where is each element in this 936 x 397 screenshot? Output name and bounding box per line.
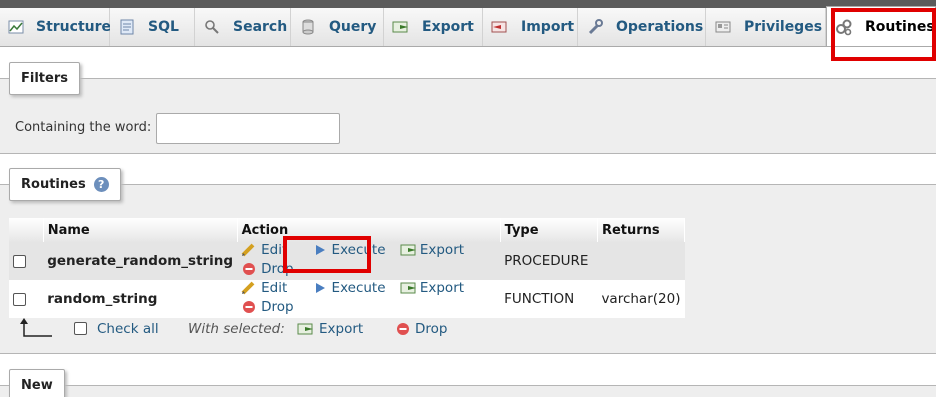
column-header-name[interactable]: Name <box>43 218 238 242</box>
import-icon <box>491 19 509 35</box>
pencil-icon <box>241 281 257 295</box>
row-actions: Edit Execute Export Drop <box>237 280 501 318</box>
tab-structure[interactable]: Structure <box>0 8 111 46</box>
bulk-drop-button[interactable]: Drop <box>396 321 447 337</box>
export-icon <box>400 243 416 257</box>
top-header-strip <box>0 0 936 8</box>
containing-word-input[interactable] <box>156 113 340 144</box>
tab-export[interactable]: Export <box>384 8 483 46</box>
drop-icon <box>241 300 257 314</box>
new-panel <box>0 385 936 397</box>
column-header-type[interactable]: Type <box>500 218 598 242</box>
pencil-icon <box>241 243 257 257</box>
routine-type: PROCEDURE <box>500 242 598 280</box>
execute-link[interactable]: Execute <box>312 242 386 258</box>
row-actions: Edit Execute Export Drop <box>237 242 501 280</box>
tab-search[interactable]: Search <box>195 8 291 46</box>
structure-icon <box>8 19 24 35</box>
select-column-header <box>9 218 44 242</box>
wrench-icon <box>586 19 604 35</box>
column-header-returns[interactable]: Returns <box>597 218 686 242</box>
export-icon <box>297 322 315 336</box>
routines-table: Name Action Type Returns generate_random… <box>9 218 686 318</box>
check-all-label[interactable]: Check all <box>97 321 159 337</box>
edit-link[interactable]: Edit <box>241 280 287 296</box>
column-header-action: Action <box>237 218 501 242</box>
tab-sql[interactable]: SQL <box>110 8 195 46</box>
tab-privileges[interactable]: Privileges <box>706 8 826 46</box>
tab-query[interactable]: Query <box>291 8 384 46</box>
drop-link[interactable]: Drop <box>241 261 294 277</box>
row-checkbox[interactable] <box>13 254 26 268</box>
drop-icon <box>396 322 410 336</box>
execute-link[interactable]: Execute <box>312 280 386 296</box>
search-icon <box>203 19 221 35</box>
edit-link[interactable]: Edit <box>241 242 287 258</box>
privileges-icon <box>714 19 732 35</box>
tab-bar: Structure SQL Search Query Export Import <box>0 6 936 47</box>
table-header-row: Name Action Type Returns <box>9 218 686 242</box>
export-link[interactable]: Export <box>400 280 464 296</box>
drop-link[interactable]: Drop <box>241 299 294 315</box>
arrow-up-left-icon <box>20 318 54 342</box>
table-row: generate_random_string Edit Execute Expo… <box>9 242 685 280</box>
routine-type: FUNCTION <box>500 280 598 318</box>
tab-import[interactable]: Import <box>483 8 578 46</box>
table-row: random_string Edit Execute Export Drop F… <box>9 280 685 318</box>
tab-operations[interactable]: Operations <box>578 8 706 46</box>
routines-legend: Routines ? <box>9 168 121 201</box>
routine-name: generate_random_string <box>43 242 238 280</box>
filters-panel <box>0 78 936 154</box>
containing-word-label: Containing the word: <box>15 120 152 135</box>
export-link[interactable]: Export <box>400 242 464 258</box>
export-icon <box>400 281 416 295</box>
routine-name: random_string <box>43 280 238 318</box>
export-icon <box>392 19 410 35</box>
row-checkbox[interactable] <box>13 292 26 306</box>
query-icon <box>299 19 317 35</box>
sql-icon <box>118 19 136 35</box>
routine-returns: varchar(20) <box>597 280 685 318</box>
play-icon <box>312 243 328 257</box>
help-icon[interactable]: ? <box>93 177 109 192</box>
filters-legend: Filters <box>9 62 80 95</box>
routines-icon <box>835 19 853 35</box>
bulk-export-button[interactable]: Export <box>297 321 363 337</box>
check-all-checkbox[interactable] <box>74 322 87 335</box>
routine-returns <box>597 242 685 280</box>
tab-routines[interactable]: Routines <box>826 6 936 46</box>
drop-icon <box>241 262 257 276</box>
with-selected-label: With selected: <box>188 321 285 337</box>
play-icon <box>312 281 328 295</box>
new-legend: New <box>9 369 65 397</box>
